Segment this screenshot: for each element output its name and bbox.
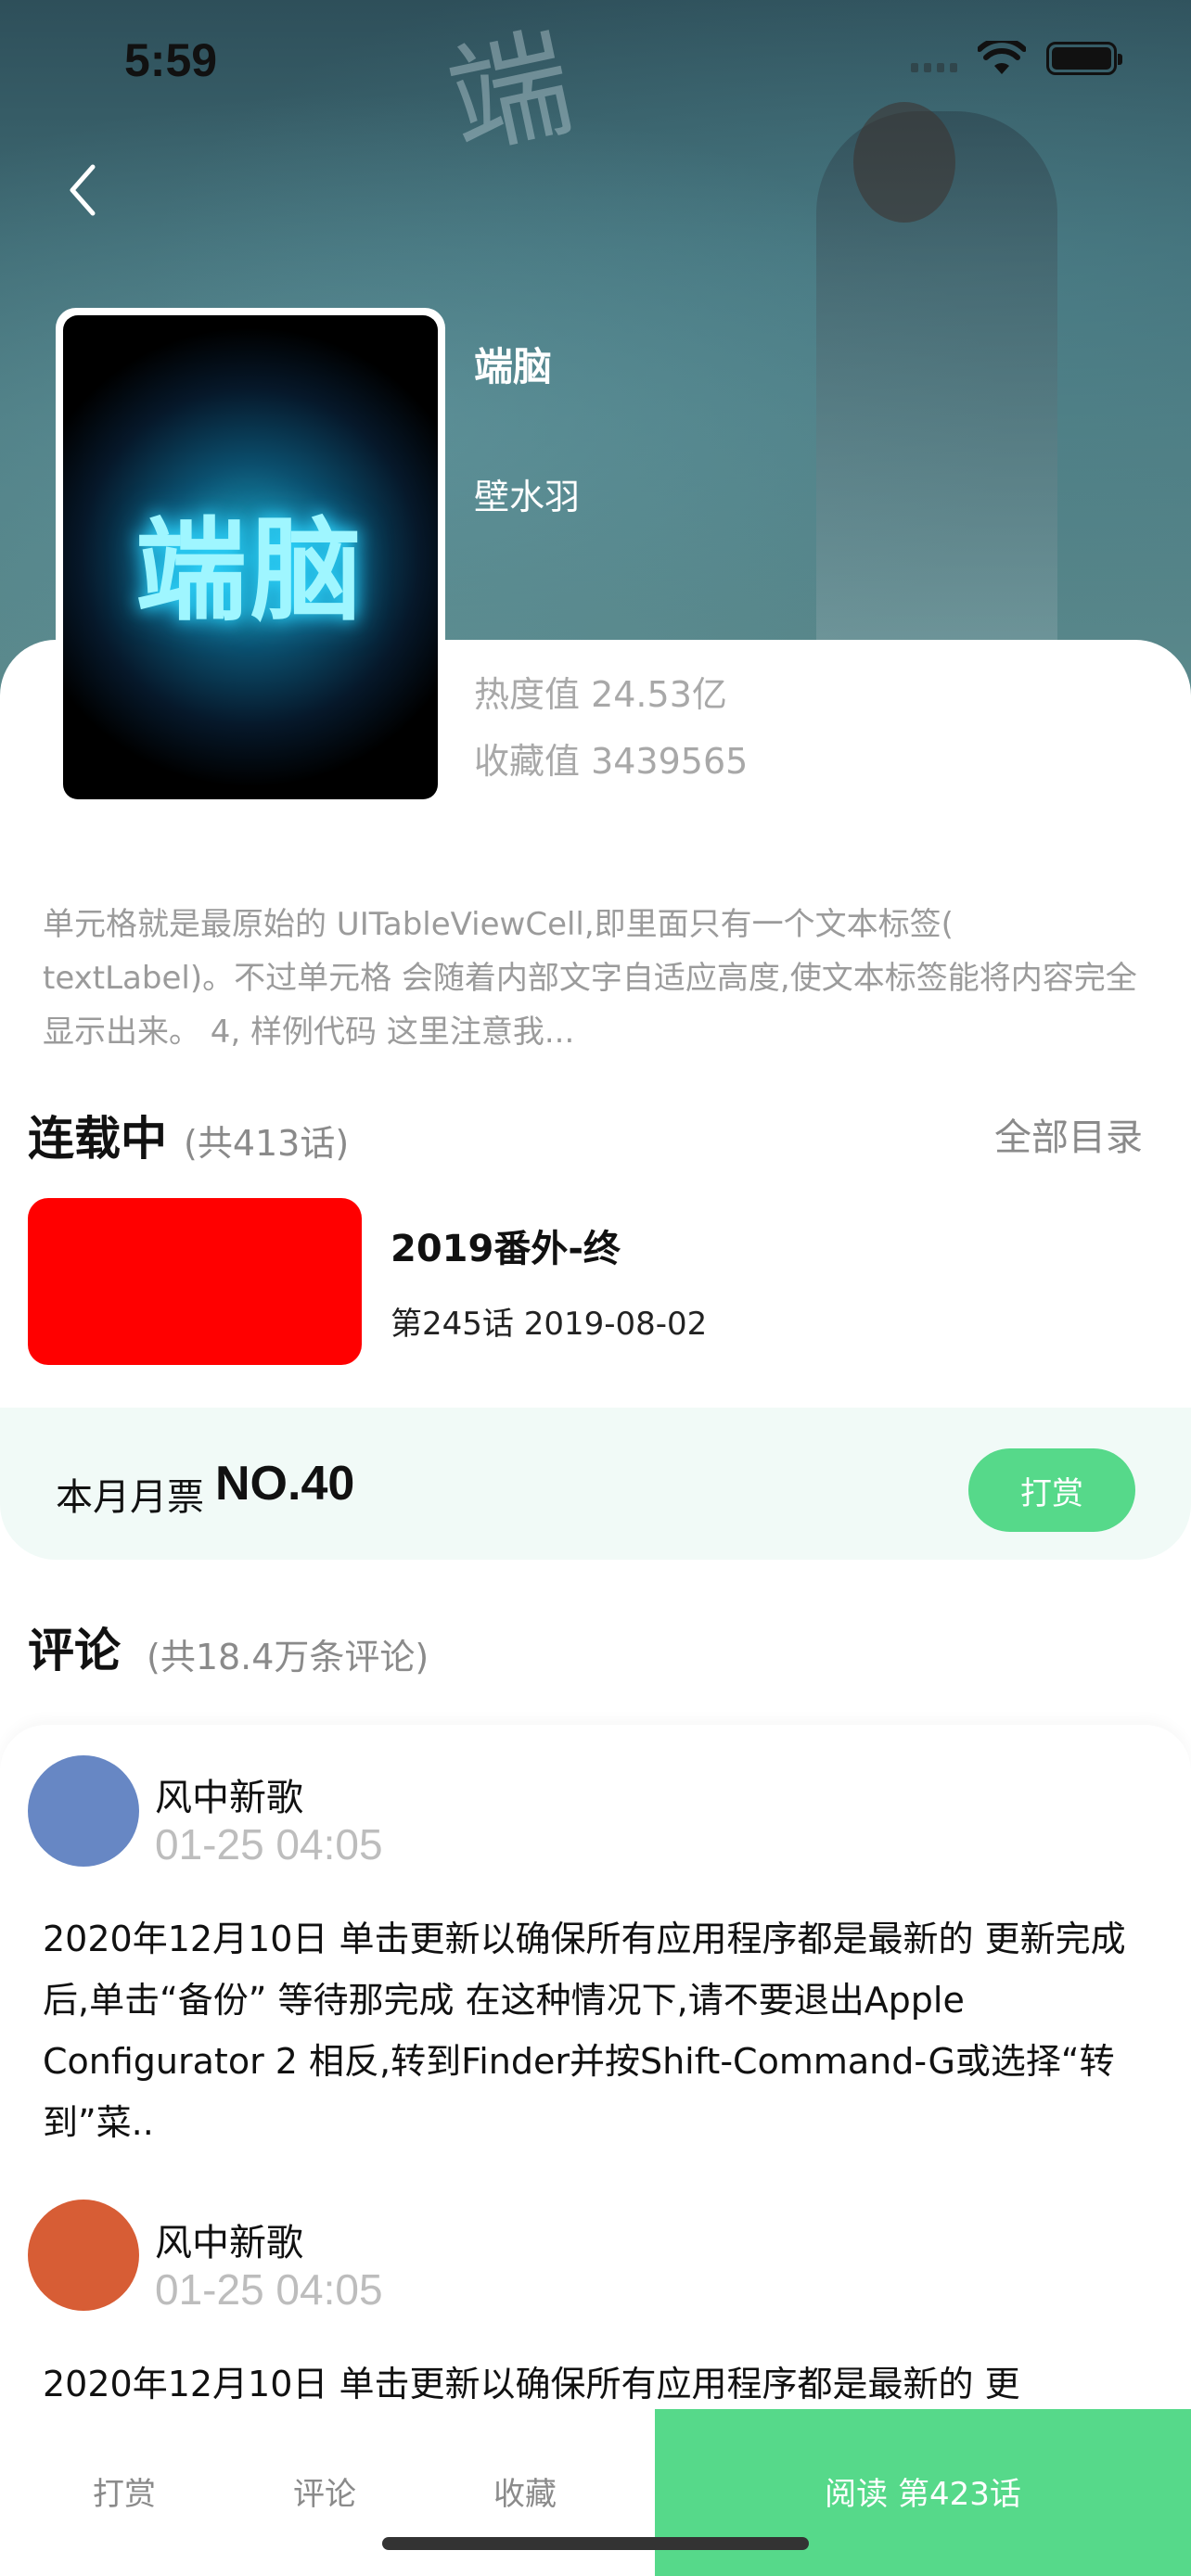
comment-time: 01-25 04:05 <box>155 1820 383 1868</box>
hot-value: 热度值 24.53亿 <box>474 674 727 715</box>
comments-title: 评论 <box>28 1624 121 1677</box>
status-time: 5:59 <box>124 34 218 86</box>
latest-chapter-meta: 第245话 2019-08-02 <box>391 1306 708 1343</box>
all-catalog-link[interactable]: 全部目录 <box>994 1107 1143 1161</box>
wifi-icon <box>978 41 1026 74</box>
chevron-left-icon <box>70 164 96 216</box>
tab-favorite[interactable]: 收藏 <box>493 2468 557 2514</box>
monthly-ticket-label: 本月月票 <box>56 1476 204 1519</box>
status-icons <box>911 41 1122 76</box>
comment-time: 01-25 04:05 <box>155 2265 383 2314</box>
home-indicator <box>382 2537 809 2550</box>
read-button[interactable]: 阅读 第423话 <box>655 2409 1191 2576</box>
comment-text: 2020年12月10日 单击更新以确保所有应用程序都是最新的 更 <box>43 2364 1020 2404</box>
comic-description: 单元格就是最原始的 UITableViewCell,即里面只有一个文本标签( t… <box>43 906 1137 1051</box>
comic-cover: 端脑 <box>56 308 445 807</box>
battery-icon <box>1046 42 1122 75</box>
comment-username[interactable]: 风中新歌 <box>155 2213 303 2266</box>
avatar[interactable] <box>28 1755 139 1867</box>
latest-chapter-thumbnail[interactable] <box>28 1198 362 1365</box>
reward-button[interactable]: 打赏 <box>968 1448 1135 1532</box>
background-logo-art: 端 <box>436 11 584 174</box>
comments-count: (共18.4万条评论) <box>147 1637 429 1677</box>
comment-username[interactable]: 风中新歌 <box>155 1767 303 1821</box>
monthly-ticket-rank: NO.40 <box>215 1457 355 1511</box>
chapter-count: (共413话) <box>184 1123 350 1164</box>
comment-text: 2020年12月10日 单击更新以确保所有应用程序都是最新的 更新完成后,单击“… <box>43 1919 1126 2143</box>
cellular-signal-icon <box>911 45 957 72</box>
latest-chapter-name[interactable]: 2019番外-终 <box>391 1218 621 1272</box>
favorite-value: 收藏值 3439565 <box>474 741 749 782</box>
serial-status-title: 连载中 <box>28 1112 167 1166</box>
tab-reward[interactable]: 打赏 <box>93 2468 156 2514</box>
comic-author: 壁水羽 <box>474 477 581 517</box>
comic-title: 端脑 <box>474 344 553 389</box>
tab-comment[interactable]: 评论 <box>293 2468 356 2514</box>
back-button[interactable] <box>58 158 113 223</box>
cover-image: 端脑 <box>63 315 438 799</box>
background-character-head <box>853 102 955 223</box>
avatar[interactable] <box>28 2200 139 2311</box>
cover-title-art: 端脑 <box>135 507 365 636</box>
